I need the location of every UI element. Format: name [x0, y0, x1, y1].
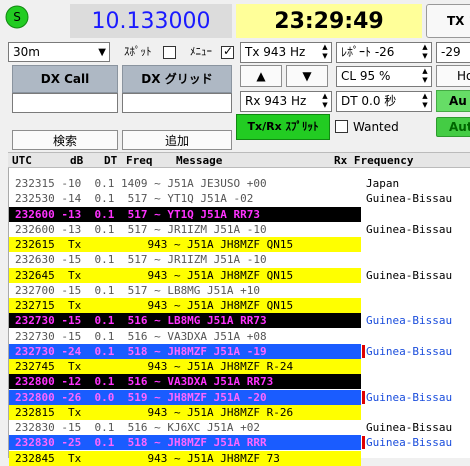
table-row[interactable]: 232315 -10 0.1 1409 ~ J51A JE3USO +00 — [9, 176, 361, 191]
add-button[interactable]: 追加 — [122, 130, 232, 150]
table-row[interactable]: 232745 Tx 943 ~ J51A JH8MZF R-24 — [9, 359, 361, 374]
cl-spinbox[interactable]: CL 95 % ▲ ▼ — [336, 66, 432, 87]
table-row[interactable]: 232830 -15 0.1 516 ~ KJ6XC J51A +02 — [9, 420, 361, 435]
rx-marker — [362, 344, 365, 358]
dt-spinbox[interactable]: DT 0.0 秒 ▲ ▼ — [336, 91, 432, 112]
spinner-arrows-icon[interactable]: ▲ ▼ — [319, 92, 331, 111]
rx-frequency-list[interactable]: Japan Guinea-Bissau Guinea-Bissau Guinea-Bi… — [362, 168, 470, 458]
rx-frequency-item[interactable]: Japan — [366, 176, 470, 191]
header-rx-frequency: Rx Frequency — [334, 154, 414, 167]
table-row[interactable]: 232800 -26 0.0 519 ~ JH8MZF J51A -20 — [9, 389, 361, 405]
clock-display: 23:29:49 — [236, 4, 422, 38]
report-spinbox[interactable]: ﾚﾎﾟｰﾄ -26 ▲ ▼ — [336, 42, 432, 63]
up-arrow-button[interactable]: ▲ — [240, 65, 282, 87]
tx-top-button[interactable]: TX 1 — [426, 4, 470, 38]
level-right-field[interactable]: -29 dB — [436, 42, 470, 78]
status-indicator-icon: S — [4, 4, 30, 30]
frequency-display: 10.133000 — [70, 4, 232, 38]
wanted-checkbox[interactable] — [335, 120, 348, 133]
table-header: UTC dB DT Freq Message Rx Frequency — [8, 152, 470, 168]
table-row[interactable]: 232845 Tx 943 ~ J51A JH8MZF 73 — [9, 450, 361, 466]
table-row[interactable]: 232730 -15 0.1 516 ~ LB8MG J51A RR73 — [9, 313, 361, 329]
dx-call-input[interactable] — [12, 93, 118, 113]
dx-grid-input[interactable] — [122, 93, 232, 113]
rx-marker — [362, 436, 365, 450]
dx-call-button[interactable]: DX Call — [12, 65, 118, 93]
rx-frequency-item[interactable]: Guinea-Bissau — [366, 344, 470, 359]
cl-value: CL 95 % — [341, 69, 391, 83]
auto-seq-button[interactable]: Auto — [436, 117, 470, 137]
spinner-arrows-icon[interactable]: ▲ ▼ — [319, 43, 331, 62]
spinner-arrows-icon[interactable]: ▲ ▼ — [419, 43, 431, 62]
rx-frequency-item[interactable]: Guinea-Bissau — [366, 268, 470, 283]
header-message: Message — [176, 154, 223, 167]
menu-checkbox[interactable]: ✓ — [221, 44, 234, 59]
table-row[interactable]: 232730 -15 0.1 516 ~ VA3DXA J51A +08 — [9, 328, 361, 344]
rx-frequency-value: Rx 943 Hz — [245, 94, 307, 108]
header-utc: UTC — [12, 154, 32, 167]
spot-label: ｽﾎﾟｯﾄ — [124, 45, 152, 58]
dt-value: DT 0.0 秒 — [341, 94, 397, 108]
table-row[interactable]: 232645 Tx 943 ~ J51A JH8MZF QN15 — [9, 267, 361, 283]
rx-frequency-spinbox[interactable]: Rx 943 Hz ▲ ▼ — [240, 91, 332, 112]
header-db: dB — [70, 154, 84, 167]
table-row[interactable]: 232830 -25 0.1 518 ~ JH8MZF J51A RRR — [9, 435, 361, 451]
rx-frequency-item[interactable]: Guinea-Bissau — [366, 191, 470, 206]
down-arrow-button[interactable]: ▼ — [286, 65, 328, 87]
band-select[interactable]: 30m ▼ — [8, 42, 110, 62]
indicator-letter: S — [13, 10, 21, 24]
table-row[interactable]: 232700 -15 0.1 517 ~ LB8MG J51A +10 — [9, 282, 361, 298]
rx-marker — [362, 390, 365, 404]
spinner-arrows-icon[interactable]: ▲ ▼ — [419, 67, 431, 86]
ho-button[interactable]: Ho — [436, 65, 470, 87]
wanted-label: Wanted — [353, 120, 399, 134]
header-freq: Freq — [126, 154, 153, 167]
tx-frequency-spinbox[interactable]: Tx 943 Hz ▲ ▼ — [240, 42, 332, 63]
rx-frequency-item[interactable]: Guinea-Bissau — [366, 435, 470, 450]
rx-frequency-item[interactable]: Guinea-Bissau — [366, 390, 470, 405]
chevron-down-icon: ▼ — [98, 47, 106, 58]
spinner-arrows-icon[interactable]: ▲ ▼ — [419, 92, 431, 111]
band-value: 30m — [13, 45, 40, 59]
dx-grid-button[interactable]: DX グリッド — [122, 65, 232, 93]
table-row[interactable]: 232600 -13 0.1 517 ~ YT1Q J51A RR73 — [9, 206, 361, 222]
table-row[interactable]: 232530 -14 0.1 517 ~ YT1Q J51A -02 — [9, 191, 361, 207]
search-button[interactable]: 検索 — [12, 130, 118, 150]
band-activity-list[interactable]: 232315 -10 0.1 1409 ~ J51A JE3USO +00 232… — [8, 168, 362, 466]
table-row[interactable]: 232630 -15 0.1 517 ~ JR1IZM J51A -10 — [9, 252, 361, 268]
checkmark-icon: ✓ — [223, 44, 234, 58]
table-row[interactable]: 232800 -12 0.1 516 ~ VA3DXA J51A RR73 — [9, 374, 361, 390]
menu-label: ﾒﾆｭｰ — [190, 45, 212, 58]
rx-frequency-item[interactable]: Guinea-Bissau — [366, 222, 470, 237]
table-row[interactable]: 232715 Tx 943 ~ J51A JH8MZF QN15 — [9, 298, 361, 313]
report-value: ﾚﾎﾟｰﾄ -26 — [341, 45, 395, 59]
table-row[interactable]: 232730 -24 0.1 518 ~ JH8MZF J51A -19 — [9, 343, 361, 359]
auto-button[interactable]: Au — [436, 90, 470, 112]
rx-frequency-item[interactable]: Guinea-Bissau — [366, 313, 470, 328]
tx-frequency-value: Tx 943 Hz — [245, 45, 306, 59]
table-row[interactable]: 232815 Tx 943 ~ J51A JH8MZF R-26 — [9, 404, 361, 420]
tx-rx-split-button[interactable]: Tx/Rx ｽﾌﾟﾘｯﾄ — [236, 114, 330, 140]
header-dt: DT — [104, 154, 118, 167]
table-row[interactable]: 232615 Tx 943 ~ J51A JH8MZF QN15 — [9, 237, 361, 252]
rx-frequency-item[interactable]: Guinea-Bissau — [366, 420, 470, 435]
table-row[interactable]: 232600 -13 0.1 517 ~ JR1IZM J51A -10 — [9, 221, 361, 237]
spot-checkbox[interactable] — [163, 46, 176, 59]
